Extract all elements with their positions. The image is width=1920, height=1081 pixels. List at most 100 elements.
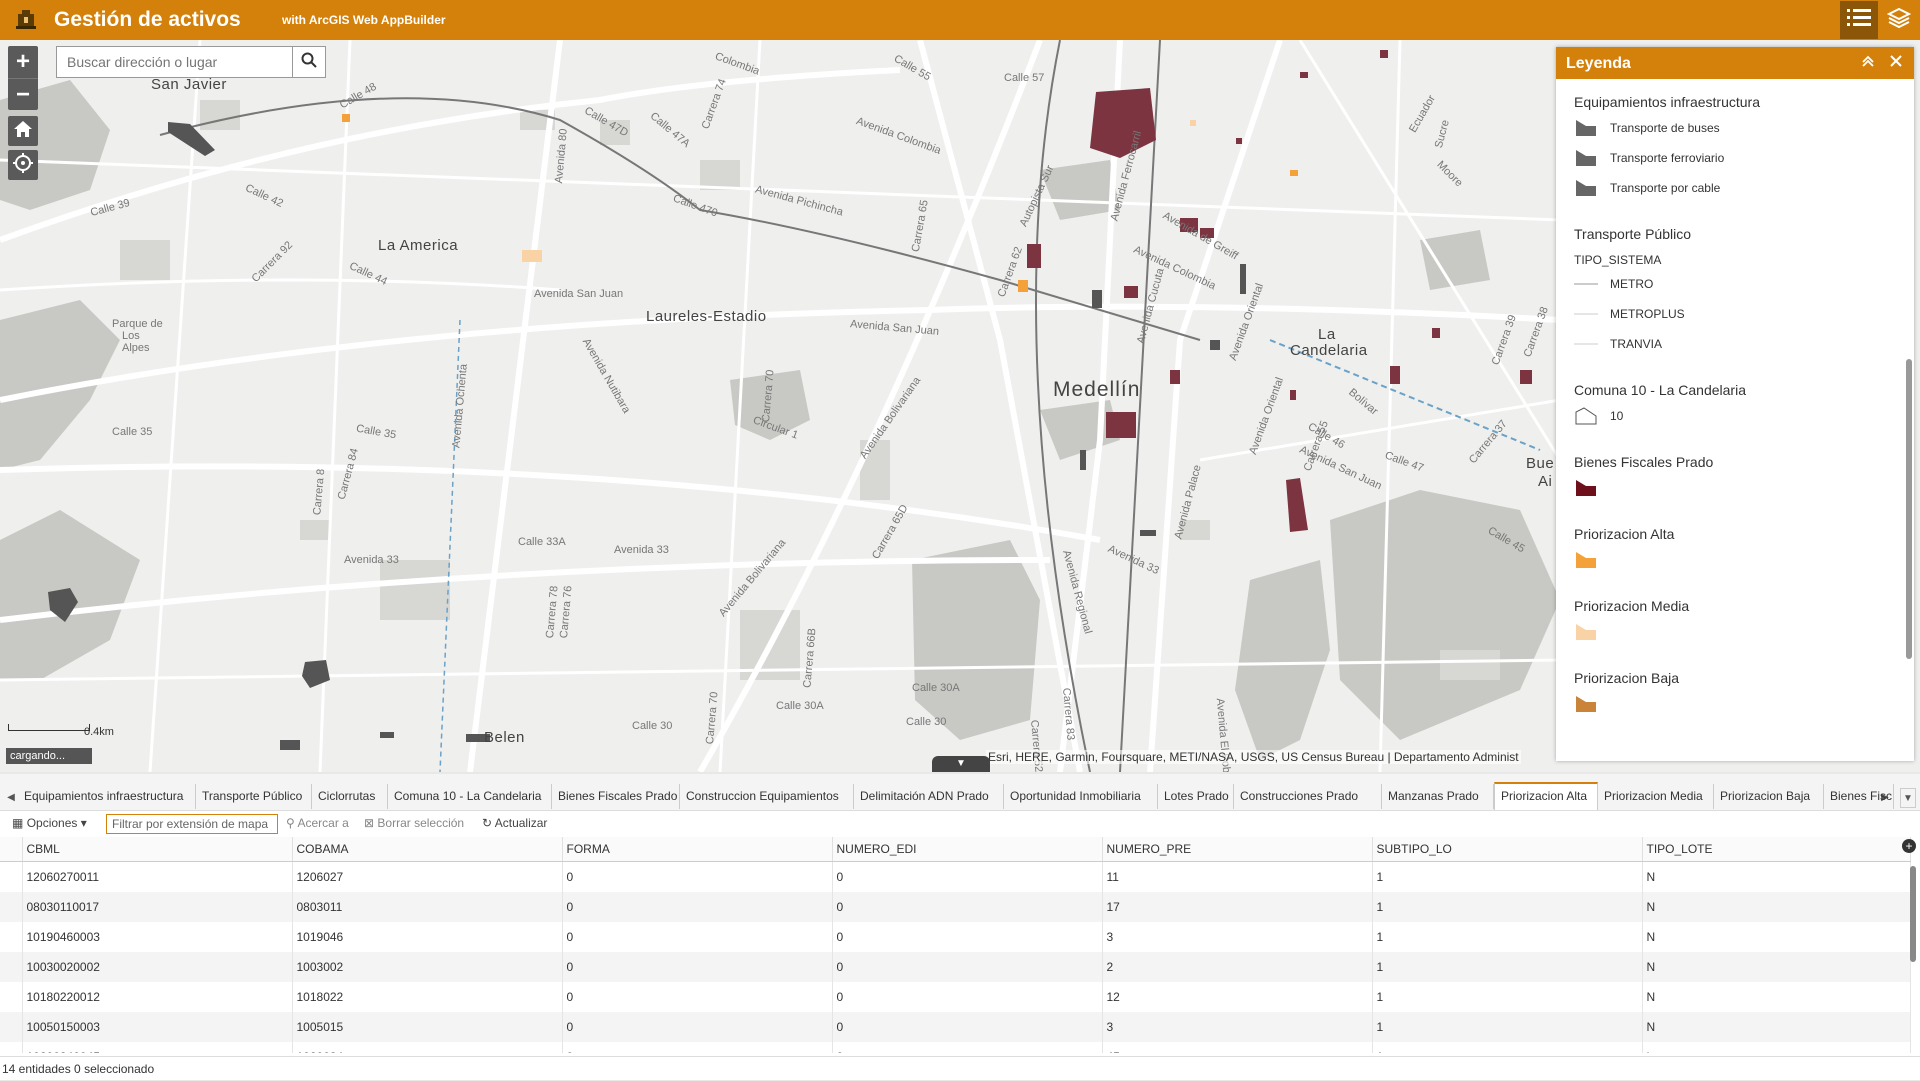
legend-group: Comuna 10 - La Candelaria 10 [1574,379,1894,431]
table-cell: 12060270011 [22,861,293,892]
place-label: Ai [1538,473,1553,490]
column-header[interactable]: FORMA [562,837,833,862]
legend-toggle-button[interactable] [1840,1,1878,39]
park-label: Parque de [112,318,163,330]
table-row[interactable]: 08030110017 0803011 0 0 17 1 N [0,892,1911,922]
clear-selection-button[interactable]: ⊠ Borrar selección [364,816,464,830]
table-cell: 1206027 [292,861,563,892]
table-cell: 17 [1102,892,1373,922]
column-header[interactable]: COBAMA [292,837,563,862]
place-label: La [1318,326,1336,343]
table-cell: 11 [1102,861,1373,892]
refresh-icon: ↻ [482,816,493,830]
zoom-in-button[interactable]: + [8,46,38,78]
column-header[interactable]: NUMERO_PRE [1102,837,1373,862]
table-cell: 0 [832,982,1103,1012]
table-row[interactable]: 12060270011 1206027 0 0 11 1 N [0,861,1911,892]
table-cell: 1020034 [292,1042,563,1053]
tab-manzanas-prado[interactable]: Manzanas Prado [1382,784,1494,809]
legend-group-title: Priorizacion Media [1574,598,1690,614]
tab-transporte-p-blico[interactable]: Transporte Público [196,784,312,809]
row-selector[interactable] [0,922,23,952]
tab-lotes-prado[interactable]: Lotes Prado [1158,784,1234,809]
search-button[interactable] [292,47,325,77]
caret-down-icon: ▾ [80,816,87,830]
filter-by-extent-button[interactable]: Filtrar por extensión de mapa [106,814,278,834]
legend-group-title: Comuna 10 - La Candelaria [1574,382,1746,398]
legend-item-label: METROPLUS [1610,307,1685,321]
legend-item: Transporte por cable [1574,173,1894,203]
column-header[interactable]: SUBTIPO_LO [1372,837,1643,862]
row-selector[interactable] [0,1042,23,1053]
legend-field-name: TIPO_SISTEMA [1574,253,1662,267]
search-input[interactable] [57,47,293,77]
tab-bienes-fisc[interactable]: Bienes Fisc [1824,784,1894,809]
row-selector[interactable] [0,952,23,982]
tab-priorizacion-media[interactable]: Priorizacion Media [1598,784,1714,809]
app-subtitle: with ArcGIS Web AppBuilder [282,13,446,27]
options-menu[interactable]: ▦ Opciones ▾ [12,816,87,830]
table-cell: 10190460003 [22,922,293,952]
tabs-scroll-left-button[interactable]: ◀ [4,788,18,806]
tab-ciclorrutas[interactable]: Ciclorrutas [312,784,388,809]
row-selector-header [0,837,23,862]
place-label: San Javier [151,76,227,93]
zoom-out-button[interactable]: − [8,78,38,111]
row-selector[interactable] [0,1012,23,1042]
column-header[interactable]: TIPO_LOTE [1642,837,1911,862]
tab-equipamientos-infraestructura[interactable]: Equipamientos infraestructura [18,784,196,809]
refresh-button[interactable]: ↻ Actualizar [482,816,547,830]
tab-priorizacion-alta[interactable]: Priorizacion Alta [1494,782,1598,810]
tab-delimitaci-n-adn-prado[interactable]: Delimitación ADN Prado [854,784,1004,809]
layers-button[interactable] [1880,1,1918,39]
legend-title: Leyenda [1566,55,1631,72]
tab-construccion-equipamientos[interactable]: Construccion Equipamientos [680,784,854,809]
tab-oportunidad-inmobiliaria[interactable]: Oportunidad Inmobiliaria [1004,784,1158,809]
row-selector[interactable] [0,982,23,1012]
table-row[interactable]: 10050150003 1005015 0 0 3 1 N [0,1012,1911,1042]
legend-item-label: TRANVIA [1610,337,1663,351]
table-row[interactable]: 10190460003 1019046 0 0 3 1 N [0,922,1911,952]
table-row[interactable]: 10180220012 1018022 0 0 12 1 N [0,982,1911,1012]
map-attribution: Esri, HERE, Garmin, Foursquare, METI/NAS… [986,750,1521,764]
tab-priorizacion-baja[interactable]: Priorizacion Baja [1714,784,1824,809]
grid-scrollbar[interactable] [1910,866,1916,962]
legend-swatch [1574,274,1598,294]
tabs-menu-button[interactable]: ▼ [1900,788,1916,808]
close-button[interactable] [1886,53,1906,73]
legend-header: Leyenda [1556,47,1914,79]
table-status: 14 entidades 0 seleccionado [0,1056,1920,1081]
park-label: Alpes [122,342,150,354]
table-row[interactable]: 10200340045102003400451L [0,1042,1911,1053]
zoom-to-button[interactable]: ⚲ Acercar a [286,816,349,830]
table-cell: N [1642,922,1911,952]
scale-bar [8,724,90,731]
legend-scrollbar[interactable] [1906,359,1912,659]
table-cell: 12 [1102,982,1373,1012]
table-cell: N [1642,952,1911,982]
row-selector[interactable] [0,892,23,922]
table-cell: 1 [1372,1042,1643,1053]
column-header[interactable]: CBML [22,837,293,862]
street-label: Calle 30 [906,716,947,728]
row-selector[interactable] [0,861,23,892]
legend-swatch [1574,148,1598,168]
add-column-icon[interactable]: + [1902,839,1916,853]
collapse-button[interactable] [1858,53,1878,73]
tab-comuna-10-la-candelaria[interactable]: Comuna 10 - La Candelaria [388,784,552,809]
options-label: Opciones [26,816,78,830]
tab-bienes-fiscales-prado[interactable]: Bienes Fiscales Prado [552,784,680,809]
table-cell: 45 [1102,1042,1373,1053]
table-tabs: ◀ ▶ ▼ Equipamientos infraestructura Trans… [0,774,1920,811]
table-cell: 1 [1372,952,1643,982]
locate-button[interactable] [8,150,38,180]
legend-item: METRO [1574,269,1894,299]
legend-swatch [1574,550,1598,570]
chevron-down-icon: ▼ [956,758,966,769]
table-row[interactable]: 10030020002 1003002 0 0 2 1 N [0,952,1911,982]
column-header[interactable]: NUMERO_EDI [832,837,1103,862]
home-button[interactable] [8,116,38,146]
legend-swatch [1574,304,1598,324]
tab-construcciones-prado[interactable]: Construcciones Prado [1234,784,1382,809]
table-toggle-button[interactable]: ▼ [932,756,990,772]
